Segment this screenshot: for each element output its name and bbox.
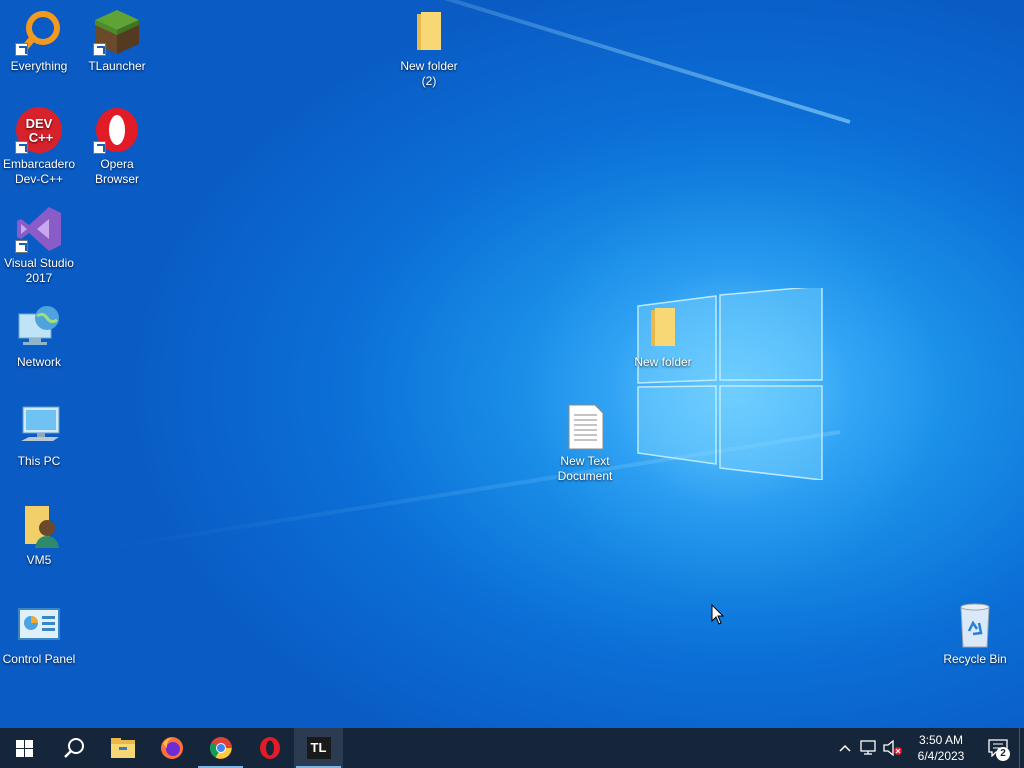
devcpp-badge-text: C++ [29, 130, 54, 145]
icon-label: New Text Document [557, 454, 613, 483]
folder-icon [639, 304, 687, 352]
search-icon [63, 738, 84, 758]
chrome-icon [209, 737, 232, 759]
desktop-icon-opera[interactable]: Opera Browser [78, 106, 156, 187]
icon-label: This PC [17, 454, 61, 468]
icon-label: Visual Studio 2017 [4, 256, 74, 285]
taskbar-chrome[interactable] [196, 728, 245, 768]
desktop-icon-everything[interactable]: Everything [0, 8, 78, 74]
text-document-icon [561, 403, 609, 451]
icon-label: TLauncher [88, 59, 146, 73]
minecraft-grass-block-icon [93, 8, 141, 56]
mouse-cursor-icon [711, 604, 725, 625]
start-icon [16, 739, 33, 757]
shortcut-arrow-icon [15, 240, 28, 253]
icon-label: New folder [634, 355, 692, 369]
show-hidden-icons-button[interactable] [833, 728, 857, 768]
icon-label: Control Panel [2, 652, 76, 666]
desktop-icon-new-folder-2[interactable]: New folder (2) [390, 8, 468, 89]
shortcut-arrow-icon [93, 141, 106, 154]
desktop-icon-new-folder[interactable]: New folder [624, 304, 702, 370]
computer-icon [15, 403, 63, 451]
user-folder-icon [15, 502, 63, 550]
chevron-up-icon [839, 744, 851, 752]
taskbar-opera[interactable] [245, 728, 294, 768]
network-globe-icon [15, 304, 63, 352]
system-tray: 3:50 AM 6/4/2023 2 [833, 728, 1024, 768]
shortcut-arrow-icon [15, 141, 28, 154]
desktop-icon-new-text-document[interactable]: New Text Document [546, 403, 624, 484]
shortcut-arrow-icon [93, 43, 106, 56]
devcpp-badge-text: DEV [26, 116, 53, 131]
action-center-button[interactable]: 2 [977, 728, 1019, 768]
clock-time: 3:50 AM [918, 733, 964, 747]
network-tray-button[interactable] [857, 728, 881, 768]
taskbar-tlauncher[interactable]: TL [294, 728, 343, 768]
folder-icon [405, 8, 453, 56]
desktop-icon-visual-studio[interactable]: Visual Studio 2017 [0, 205, 78, 286]
control-panel-icon [15, 601, 63, 649]
taskbar: TL 3:50 AM 6/4/2023 2 [0, 728, 1024, 768]
notification-badge: 2 [996, 747, 1010, 761]
everything-icon [15, 8, 63, 56]
taskbar-file-explorer[interactable] [98, 728, 147, 768]
desktop-icon-control-panel[interactable]: Control Panel [0, 601, 78, 667]
firefox-icon [160, 737, 183, 759]
icon-label: New folder (2) [400, 59, 458, 88]
opera-icon [93, 106, 141, 154]
show-desktop-button[interactable] [1019, 728, 1024, 768]
network-icon [860, 740, 876, 755]
icon-label: Opera Browser [94, 157, 139, 186]
desktop-icon-vm5[interactable]: VM5 [0, 502, 78, 568]
shortcut-arrow-icon [15, 43, 28, 56]
tlauncher-icon-text: TL [310, 740, 327, 755]
desktop-icon-devcpp[interactable]: DEV C++ Embarcadero Dev-C++ [0, 106, 78, 187]
volume-tray-button[interactable] [881, 728, 905, 768]
tlauncher-icon: TL [306, 737, 331, 759]
volume-muted-icon [883, 740, 902, 756]
icon-label: VM5 [26, 553, 52, 567]
recycle-bin-icon [951, 601, 999, 649]
wallpaper-beam [227, 0, 851, 124]
opera-icon [259, 737, 280, 759]
desktop-icon-network[interactable]: Network [0, 304, 78, 370]
taskbar-firefox[interactable] [147, 728, 196, 768]
search-button[interactable] [49, 728, 98, 768]
icon-label: Everything [10, 59, 68, 73]
visual-studio-icon [15, 205, 63, 253]
clock[interactable]: 3:50 AM 6/4/2023 [905, 732, 977, 764]
devcpp-icon: DEV C++ [15, 106, 63, 154]
clock-date: 6/4/2023 [917, 749, 965, 763]
icon-label: Embarcadero Dev-C++ [2, 157, 76, 186]
icon-label: Network [16, 355, 61, 369]
desktop-icon-this-pc[interactable]: This PC [0, 403, 78, 469]
desktop-icon-tlauncher[interactable]: TLauncher [78, 8, 156, 74]
icon-label: Recycle Bin [943, 652, 1007, 666]
desktop-icon-recycle-bin[interactable]: Recycle Bin [936, 601, 1014, 667]
start-button[interactable] [0, 728, 49, 768]
file-explorer-icon [110, 738, 135, 758]
